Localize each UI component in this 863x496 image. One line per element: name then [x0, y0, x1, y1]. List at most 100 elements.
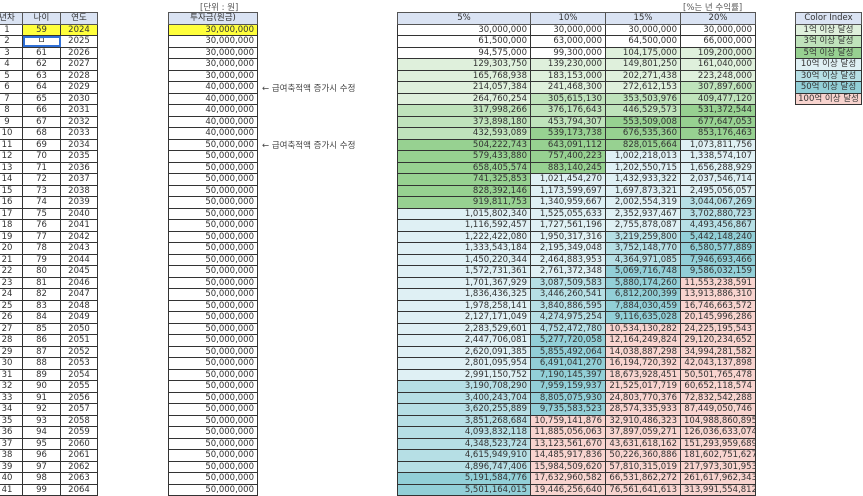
investment-cell[interactable]: 40,000,000	[168, 127, 258, 140]
investment-cell[interactable]: 50,000,000	[168, 334, 258, 347]
value-15pct-cell[interactable]: 9,116,635,028	[605, 311, 681, 324]
value-5pct-cell[interactable]: 2,283,529,601	[397, 322, 531, 335]
year-cell[interactable]: 2053	[60, 357, 98, 370]
value-20pct-cell[interactable]: 217,973,301,953	[680, 460, 756, 473]
value-20pct-cell[interactable]: 72,832,542,288	[680, 391, 756, 404]
value-20pct-cell[interactable]: 50,501,765,478	[680, 368, 756, 381]
header-investment[interactable]: 투자금(원금)	[168, 12, 258, 25]
year-cell[interactable]: 2064	[60, 483, 98, 496]
value-15pct-cell[interactable]: 37,897,059,271	[605, 426, 681, 439]
value-20pct-cell[interactable]: 5,442,148,240	[680, 230, 756, 243]
value-5pct-cell[interactable]: 1,978,258,141	[397, 299, 531, 312]
value-15pct-cell[interactable]: 16,194,720,392	[605, 357, 681, 370]
header-10pct[interactable]: 10%	[530, 12, 606, 25]
value-20pct-cell[interactable]: 109,200,000	[680, 46, 756, 59]
investment-cell[interactable]: 50,000,000	[168, 207, 258, 220]
year-number-cell[interactable]: 15	[0, 184, 23, 197]
value-10pct-cell[interactable]: 63,000,000	[530, 35, 606, 48]
year-number-cell[interactable]: 37	[0, 437, 23, 450]
age-cell[interactable]: 96	[22, 449, 61, 462]
year-number-cell[interactable]: 24	[0, 288, 23, 301]
investment-cell[interactable]: 50,000,000	[168, 265, 258, 278]
value-15pct-cell[interactable]: 1,002,218,013	[605, 150, 681, 163]
age-cell[interactable]: 82	[22, 288, 61, 301]
value-20pct-cell[interactable]: 29,120,234,652	[680, 334, 756, 347]
value-20pct-cell[interactable]: 2,037,546,714	[680, 173, 756, 186]
value-10pct-cell[interactable]: 30,000,000	[530, 23, 606, 36]
value-20pct-cell[interactable]: 409,477,120	[680, 92, 756, 105]
value-20pct-cell[interactable]: 6,580,577,889	[680, 242, 756, 255]
investment-cell[interactable]: 50,000,000	[168, 414, 258, 427]
value-10pct-cell[interactable]: 1,021,454,270	[530, 173, 606, 186]
value-15pct-cell[interactable]: 5,069,716,748	[605, 265, 681, 278]
value-5pct-cell[interactable]: 264,760,254	[397, 92, 531, 105]
value-5pct-cell[interactable]: 5,501,164,015	[397, 483, 531, 496]
year-cell[interactable]: 2039	[60, 196, 98, 209]
value-5pct-cell[interactable]: 4,615,949,910	[397, 449, 531, 462]
value-10pct-cell[interactable]: 15,984,509,620	[530, 460, 606, 473]
age-cell[interactable]: 67	[22, 115, 61, 128]
value-5pct-cell[interactable]: 3,400,243,704	[397, 391, 531, 404]
value-20pct-cell[interactable]: 60,652,118,574	[680, 380, 756, 393]
investment-cell[interactable]: 50,000,000	[168, 403, 258, 416]
value-5pct-cell[interactable]: 432,593,089	[397, 127, 531, 140]
value-15pct-cell[interactable]: 1,202,550,715	[605, 161, 681, 174]
value-15pct-cell[interactable]: 446,529,573	[605, 104, 681, 117]
year-cell[interactable]: 2027	[60, 58, 98, 71]
year-number-cell[interactable]: 14	[0, 173, 23, 186]
year-cell[interactable]: 2031	[60, 104, 98, 117]
age-cell[interactable]: 93	[22, 414, 61, 427]
value-15pct-cell[interactable]: 21,525,017,719	[605, 380, 681, 393]
value-20pct-cell[interactable]: 42,043,137,898	[680, 357, 756, 370]
value-5pct-cell[interactable]: 2,801,095,954	[397, 357, 531, 370]
investment-cell[interactable]: 50,000,000	[168, 288, 258, 301]
investment-cell[interactable]: 50,000,000	[168, 345, 258, 358]
year-number-cell[interactable]: 10	[0, 127, 23, 140]
age-cell[interactable]: 88	[22, 357, 61, 370]
year-number-cell[interactable]: 28	[0, 334, 23, 347]
investment-cell[interactable]: 30,000,000	[168, 23, 258, 36]
value-10pct-cell[interactable]: 3,087,509,583	[530, 276, 606, 289]
value-20pct-cell[interactable]: 7,946,693,466	[680, 253, 756, 266]
age-cell[interactable]: 80	[22, 265, 61, 278]
year-number-cell[interactable]: 29	[0, 345, 23, 358]
investment-cell[interactable]: 40,000,000	[168, 92, 258, 105]
value-10pct-cell[interactable]: 99,300,000	[530, 46, 606, 59]
investment-cell[interactable]: 50,000,000	[168, 449, 258, 462]
value-10pct-cell[interactable]: 183,153,000	[530, 69, 606, 82]
age-cell[interactable]: 91	[22, 391, 61, 404]
value-5pct-cell[interactable]: 1,333,543,184	[397, 242, 531, 255]
investment-cell[interactable]: 50,000,000	[168, 368, 258, 381]
value-15pct-cell[interactable]: 553,509,008	[605, 115, 681, 128]
value-5pct-cell[interactable]: 919,811,753	[397, 196, 531, 209]
value-5pct-cell[interactable]: 1,836,436,325	[397, 288, 531, 301]
value-20pct-cell[interactable]: 1,656,288,929	[680, 161, 756, 174]
age-cell[interactable]: 71	[22, 161, 61, 174]
year-cell[interactable]: 2046	[60, 276, 98, 289]
age-cell[interactable]: 84	[22, 311, 61, 324]
year-cell[interactable]: 2026	[60, 46, 98, 59]
value-10pct-cell[interactable]: 241,468,300	[530, 81, 606, 94]
year-number-cell[interactable]: 2	[0, 35, 23, 48]
year-number-cell[interactable]: 30	[0, 357, 23, 370]
age-cell[interactable]: 92	[22, 403, 61, 416]
age-cell[interactable]: 72	[22, 173, 61, 186]
value-15pct-cell[interactable]: 18,673,928,451	[605, 368, 681, 381]
age-cell[interactable]: 94	[22, 426, 61, 439]
investment-cell[interactable]: 50,000,000	[168, 138, 258, 151]
header-year-number[interactable]: 년차	[0, 12, 23, 25]
value-15pct-cell[interactable]: 2,002,554,319	[605, 196, 681, 209]
year-number-cell[interactable]: 19	[0, 230, 23, 243]
value-5pct-cell[interactable]: 2,447,706,081	[397, 334, 531, 347]
investment-cell[interactable]: 50,000,000	[168, 472, 258, 485]
age-cell[interactable]: 59	[22, 23, 61, 36]
age-cell[interactable]: 62	[22, 58, 61, 71]
year-cell[interactable]: 2051	[60, 334, 98, 347]
value-15pct-cell[interactable]: 24,803,770,376	[605, 391, 681, 404]
value-5pct-cell[interactable]: 1,116,592,457	[397, 219, 531, 232]
year-cell[interactable]: 2047	[60, 288, 98, 301]
year-number-cell[interactable]: 13	[0, 161, 23, 174]
year-cell[interactable]: 2029	[60, 81, 98, 94]
value-5pct-cell[interactable]: 2,127,171,049	[397, 311, 531, 324]
value-10pct-cell[interactable]: 1,525,055,633	[530, 207, 606, 220]
